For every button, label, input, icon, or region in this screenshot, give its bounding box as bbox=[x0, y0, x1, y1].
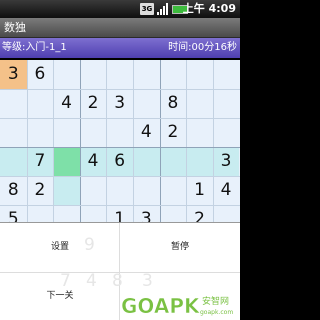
sudoku-board[interactable]: 36423842746382145132 bbox=[0, 60, 240, 225]
grid-line bbox=[106, 60, 107, 225]
timer-label: 时间:00分16秒 bbox=[168, 42, 237, 53]
faded-digit: 8 bbox=[112, 271, 123, 291]
sudoku-cell[interactable] bbox=[133, 147, 160, 176]
sudoku-cell[interactable] bbox=[186, 147, 213, 176]
signal-icon bbox=[157, 3, 169, 15]
status-bar: 3G 上午 4:09 bbox=[0, 0, 240, 18]
grid-line bbox=[0, 118, 240, 119]
sudoku-cell[interactable]: 2 bbox=[27, 176, 54, 205]
sudoku-cell[interactable]: 8 bbox=[160, 89, 187, 118]
sudoku-cell[interactable]: 2 bbox=[160, 118, 187, 147]
goapk-watermark-logo: GOAPK 安智网 goapk.com bbox=[121, 294, 234, 318]
faded-digit: 4 bbox=[86, 271, 97, 291]
app-title: 数独 bbox=[0, 18, 240, 38]
sudoku-cell[interactable]: 6 bbox=[27, 60, 54, 89]
status-clock: 上午 4:09 bbox=[182, 2, 236, 15]
sudoku-cell[interactable]: 6 bbox=[106, 147, 133, 176]
sudoku-cell[interactable]: 3 bbox=[106, 89, 133, 118]
pause-menu-item[interactable]: 暂停 bbox=[120, 223, 240, 272]
faded-digit: 3 bbox=[142, 271, 153, 291]
sudoku-cell[interactable] bbox=[159, 147, 187, 176]
watermark-site: 安智网 bbox=[202, 295, 229, 307]
sudoku-cell[interactable]: 4 bbox=[53, 89, 80, 118]
grid-line bbox=[0, 89, 240, 90]
network-3g-icon: 3G bbox=[140, 3, 154, 15]
faded-digit: 7 bbox=[60, 271, 71, 291]
grid-line bbox=[160, 60, 161, 225]
grid-line bbox=[186, 60, 187, 225]
status-icons: 3G bbox=[140, 3, 188, 15]
grid-line bbox=[213, 60, 214, 225]
level-label: 等级:入门-1_1 bbox=[2, 42, 67, 53]
sudoku-cell[interactable] bbox=[53, 147, 80, 176]
sudoku-cell[interactable]: 4 bbox=[133, 118, 160, 147]
sudoku-cell[interactable]: 8 bbox=[0, 176, 27, 205]
sudoku-cell[interactable] bbox=[0, 147, 27, 176]
sudoku-cell[interactable]: 2 bbox=[80, 89, 107, 118]
faded-digit: 9 bbox=[84, 235, 95, 255]
grid-line bbox=[53, 60, 54, 225]
sudoku-cell[interactable]: 4 bbox=[213, 176, 240, 205]
grid-line bbox=[80, 60, 81, 225]
settings-menu-item[interactable]: 设置 bbox=[0, 223, 120, 272]
grid-line bbox=[133, 60, 134, 225]
sudoku-cell[interactable]: 3 bbox=[0, 60, 27, 89]
sudoku-cell[interactable]: 3 bbox=[212, 147, 240, 176]
grid-line bbox=[0, 205, 240, 206]
sudoku-cell[interactable]: 7 bbox=[26, 147, 54, 176]
watermark-url: goapk.com bbox=[200, 309, 233, 316]
grid-line bbox=[27, 60, 28, 225]
sudoku-cell[interactable]: 4 bbox=[79, 147, 107, 176]
grid-line bbox=[0, 147, 240, 148]
watermark-brand: GOAPK bbox=[121, 294, 201, 318]
grid-line bbox=[0, 176, 240, 177]
sudoku-cell[interactable]: 1 bbox=[186, 176, 213, 205]
sudoku-cell[interactable] bbox=[53, 176, 80, 205]
info-row: 等级:入门-1_1 时间:00分16秒 bbox=[0, 38, 240, 58]
